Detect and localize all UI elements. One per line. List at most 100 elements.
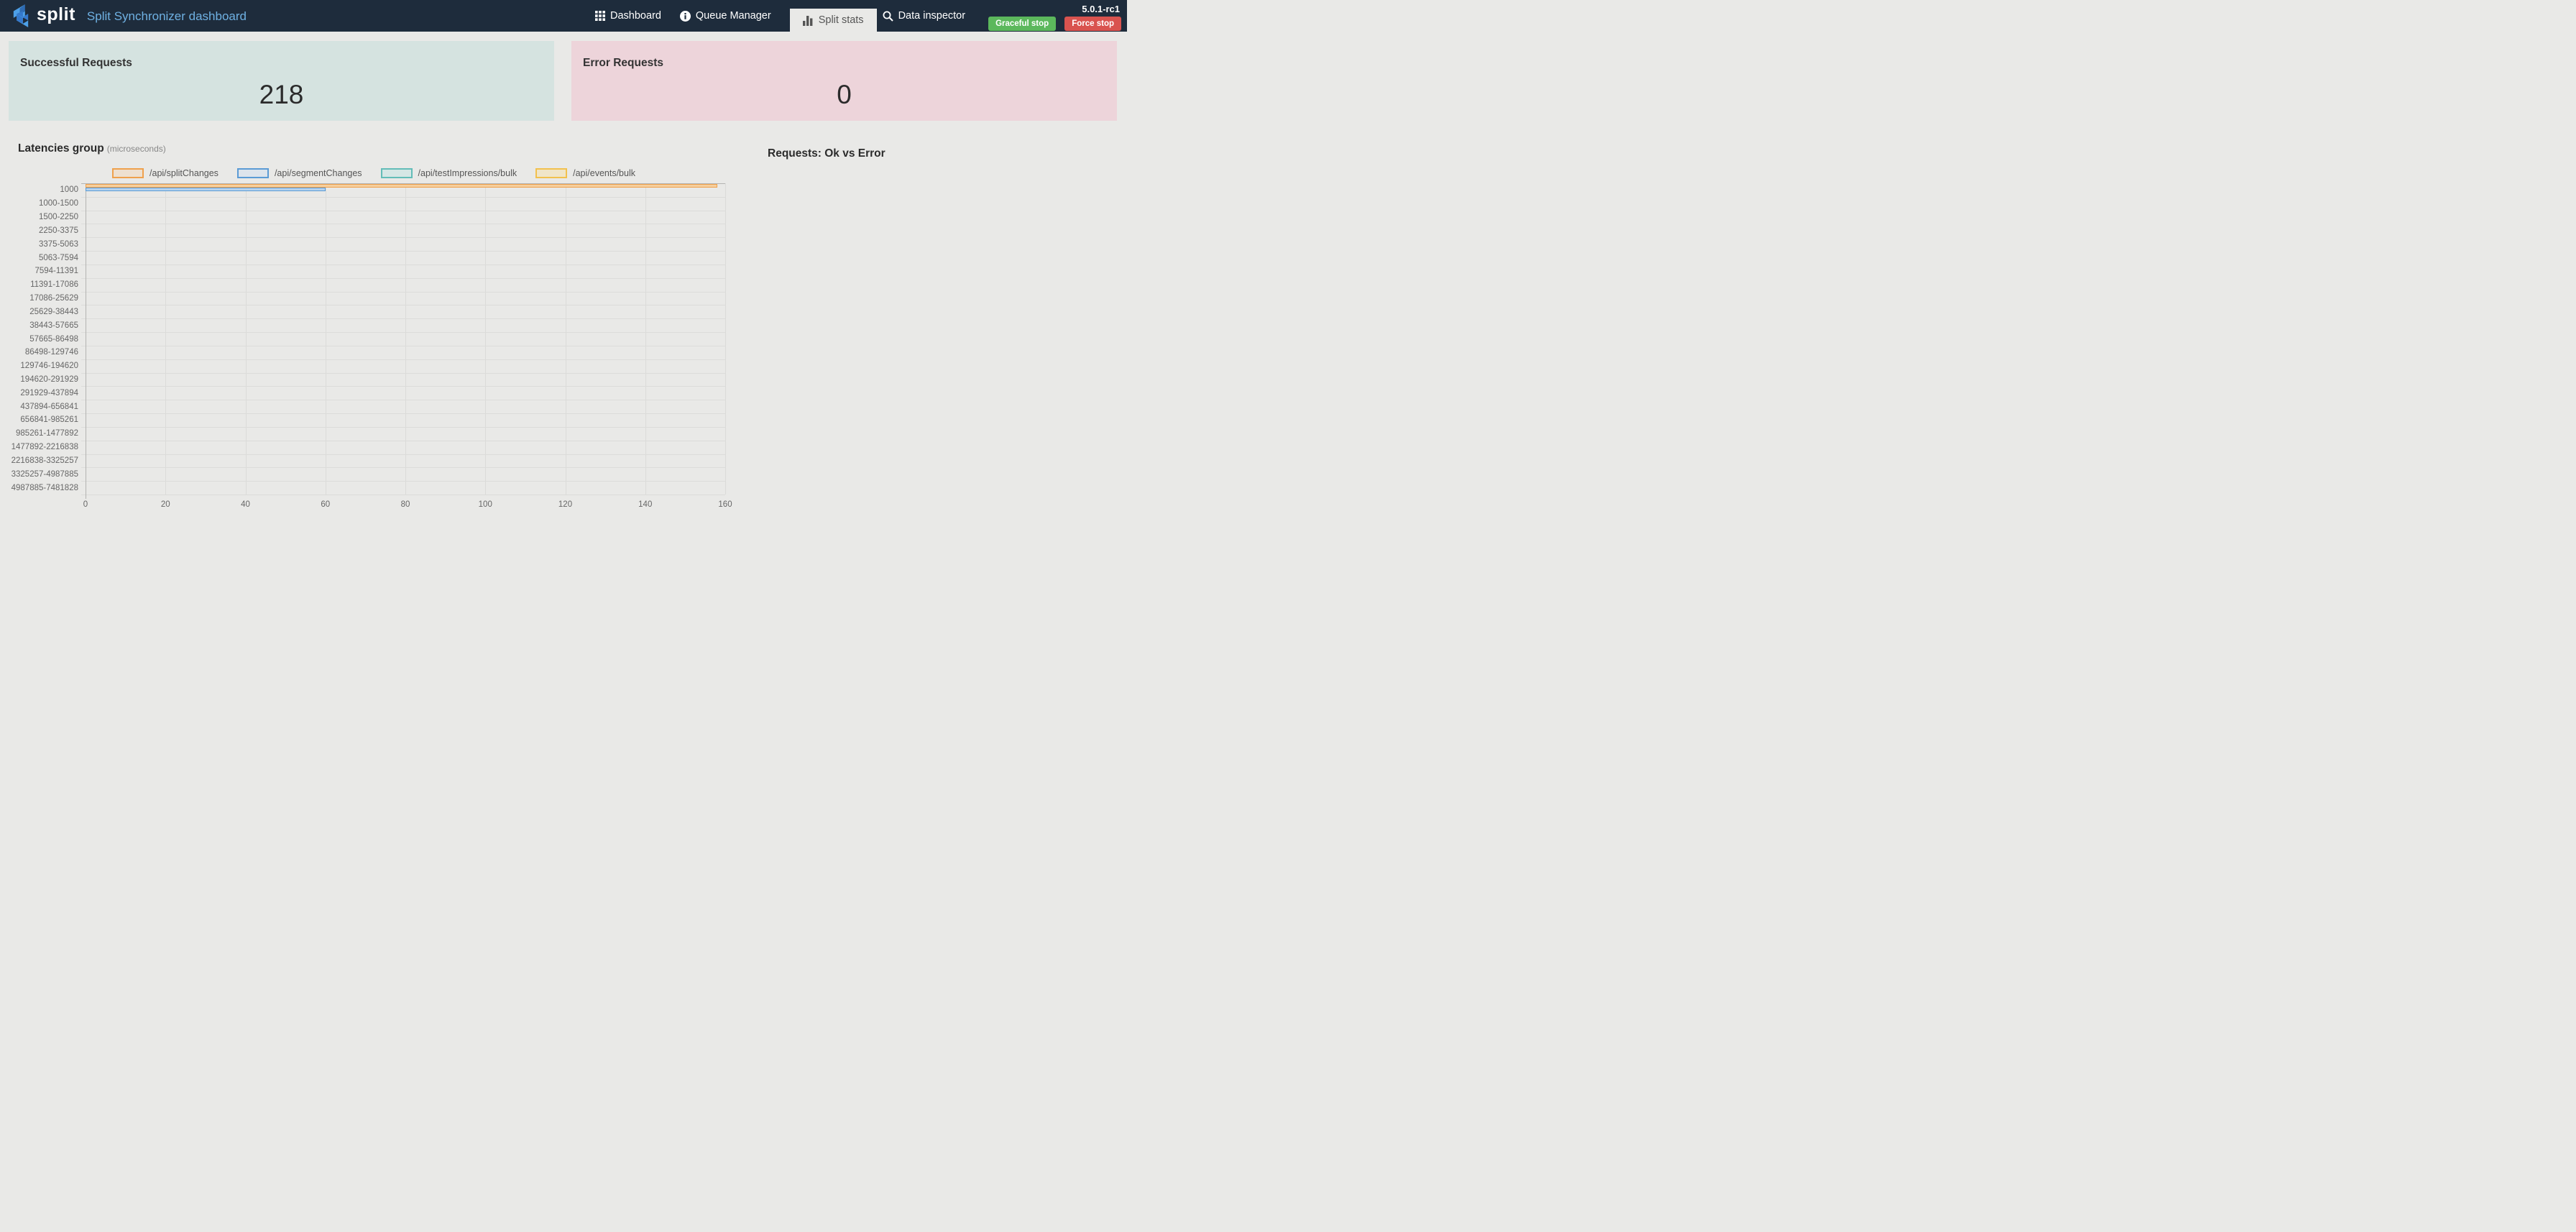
- y-tick-label: 4987885-7481828: [12, 484, 78, 492]
- x-tick-label: 120: [558, 500, 572, 509]
- legend-item[interactable]: /api/splitChanges: [112, 167, 218, 178]
- requests-chart-section: Requests: Ok vs Error: [748, 121, 1127, 495]
- main-content: Latencies group(microseconds) /api/split…: [0, 121, 1127, 495]
- row-gridline: [81, 427, 725, 428]
- x-tick-label: 0: [83, 500, 88, 509]
- stat-cards-row: Successful Requests 218 Error Requests 0: [9, 41, 1117, 121]
- x-gridline: [645, 183, 646, 495]
- version-label: 5.0.1-rc1: [1082, 4, 1120, 14]
- bar-api-segmentChanges: [86, 188, 326, 191]
- latencies-title-text: Latencies group: [18, 142, 104, 155]
- legend-label: /api/testImpressions/bulk: [418, 168, 518, 178]
- x-gridline: [485, 183, 486, 495]
- legend-label: /api/segmentChanges: [275, 168, 362, 178]
- logotype: split: [37, 4, 75, 25]
- app-title: Split Synchronizer dashboard: [87, 9, 247, 24]
- row-gridline: [81, 413, 725, 414]
- legend-item[interactable]: /api/segmentChanges: [237, 167, 362, 178]
- x-tick-label: 40: [241, 500, 250, 509]
- nav-item-label: Split stats: [819, 14, 864, 26]
- legend-label: /api/events/bulk: [573, 168, 635, 178]
- row-gridline: [81, 292, 725, 293]
- row-gridline: [81, 481, 725, 482]
- row-gridline: [81, 454, 725, 455]
- x-gridline: [725, 183, 726, 495]
- x-tick-label: 80: [401, 500, 410, 509]
- x-tick-label: 20: [161, 500, 170, 509]
- error-requests-value: 0: [583, 80, 1105, 110]
- y-tick-label: 437894-656841: [20, 403, 78, 411]
- stop-buttons: Graceful stop Force stop: [988, 17, 1121, 31]
- y-tick-label: 1000: [60, 185, 78, 194]
- y-tick-label: 291929-437894: [20, 389, 78, 397]
- y-tick-label: 17086-25629: [29, 294, 78, 303]
- x-gridline: [405, 183, 406, 495]
- x-gridline: [165, 183, 166, 495]
- info-icon: [680, 11, 691, 22]
- nav-item-label: Dashboard: [610, 10, 661, 22]
- y-tick-label: 3375-5063: [39, 240, 78, 249]
- y-tick-label: 25629-38443: [29, 308, 78, 316]
- y-tick-label: 5063-7594: [39, 254, 78, 262]
- y-tick-label: 2216838-3325257: [12, 456, 78, 465]
- y-tick-label: 11391-17086: [30, 280, 78, 289]
- row-gridline: [81, 197, 725, 198]
- legend-item[interactable]: /api/testImpressions/bulk: [381, 167, 518, 178]
- row-gridline: [81, 373, 725, 374]
- successful-requests-card: Successful Requests 218: [9, 41, 554, 121]
- legend-swatch: [535, 168, 567, 178]
- y-tick-label: 7594-11391: [34, 267, 78, 275]
- y-tick-label: 38443-57665: [29, 321, 78, 330]
- x-gridline: [246, 183, 247, 495]
- y-tick-label: 1477892-2216838: [12, 443, 78, 451]
- y-tick-label: 86498-129746: [25, 348, 78, 357]
- latencies-chart-section: Latencies group(microseconds) /api/split…: [0, 121, 748, 495]
- error-requests-card: Error Requests 0: [571, 41, 1117, 121]
- row-gridline: [81, 237, 725, 238]
- brand: split Split Synchronizer dashboard: [0, 4, 247, 27]
- card-title: Error Requests: [583, 57, 1105, 70]
- bar-chart-icon: [803, 15, 814, 26]
- y-tick-label: 129746-194620: [20, 362, 78, 370]
- card-title: Successful Requests: [20, 57, 543, 70]
- row-gridline: [81, 467, 725, 468]
- row-gridline: [81, 251, 725, 252]
- legend-swatch: [112, 168, 144, 178]
- search-icon: [883, 11, 893, 22]
- nav-item-queue-manager[interactable]: Queue Manager: [680, 10, 771, 22]
- legend-swatch: [237, 168, 269, 178]
- nav-item-dashboard[interactable]: Dashboard: [595, 10, 661, 22]
- legend-item[interactable]: /api/events/bulk: [535, 167, 635, 178]
- force-stop-button[interactable]: Force stop: [1064, 17, 1121, 31]
- row-gridline: [81, 359, 725, 360]
- requests-title: Requests: Ok vs Error: [768, 147, 1127, 160]
- nav-menu: Dashboard Queue Manager Split stats: [595, 0, 1127, 32]
- nav-tab-split-stats[interactable]: Split stats: [790, 9, 877, 32]
- latencies-title-unit: (microseconds): [107, 144, 166, 154]
- x-tick-label: 60: [321, 500, 330, 509]
- grid-icon: [595, 11, 605, 21]
- row-gridline: [81, 318, 725, 319]
- chart-legend: /api/splitChanges/api/segmentChanges/api…: [0, 167, 748, 178]
- latencies-plot[interactable]: 02040608010012014016010001000-15001500-2…: [86, 183, 725, 495]
- y-tick-label: 194620-291929: [20, 375, 78, 384]
- navbar: split Split Synchronizer dashboard Dashb…: [0, 0, 1127, 32]
- x-tick-label: 140: [638, 500, 652, 509]
- y-tick-label: 1000-1500: [39, 199, 78, 208]
- row-gridline: [81, 332, 725, 333]
- y-tick-label: 57665-86498: [29, 335, 78, 344]
- y-tick-label: 985261-1477892: [16, 429, 78, 438]
- y-tick-label: 2250-3375: [39, 226, 78, 235]
- nav-item-label: Queue Manager: [696, 10, 771, 22]
- nav-item-data-inspector[interactable]: Data inspector: [883, 10, 966, 22]
- latencies-title: Latencies group(microseconds): [18, 142, 748, 155]
- x-tick-label: 100: [479, 500, 492, 509]
- legend-label: /api/splitChanges: [150, 168, 218, 178]
- successful-requests-value: 218: [20, 80, 543, 110]
- nav-item-label: Data inspector: [898, 10, 966, 22]
- graceful-stop-button[interactable]: Graceful stop: [988, 17, 1056, 31]
- y-tick-label: 656841-985261: [20, 415, 78, 424]
- nav-meta: 5.0.1-rc1 Graceful stop Force stop: [988, 0, 1121, 32]
- x-tick-label: 160: [718, 500, 732, 509]
- row-gridline: [81, 278, 725, 279]
